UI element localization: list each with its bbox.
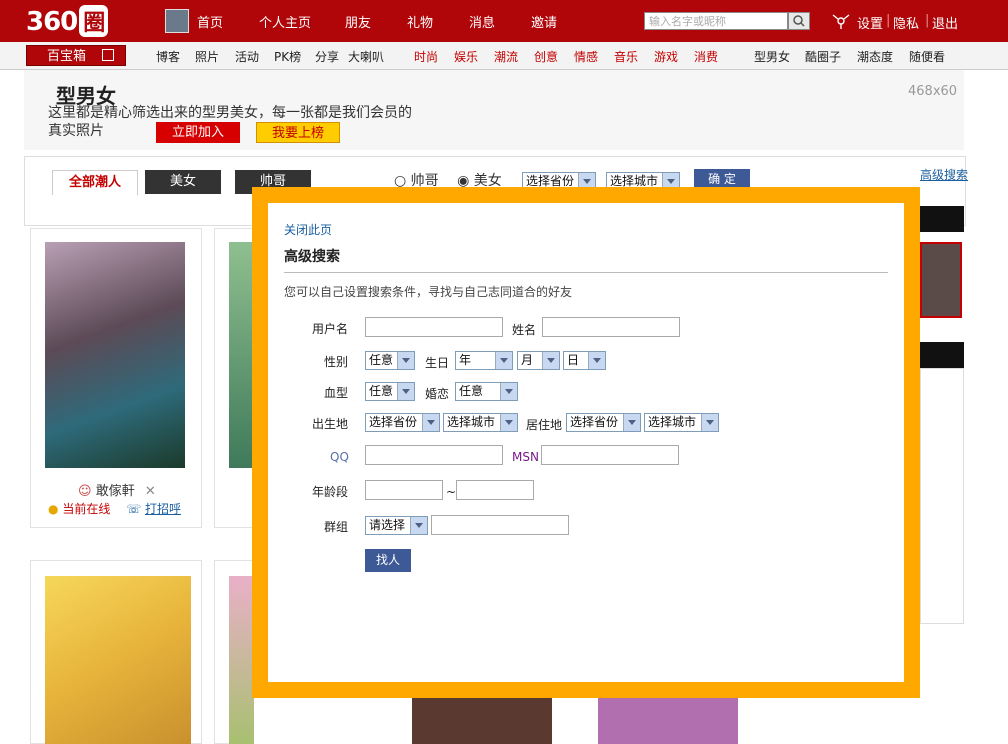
nav-messages[interactable]: 消息 <box>469 12 495 31</box>
profile-photo[interactable] <box>412 698 552 744</box>
advanced-search-dialog: 关闭此页 高级搜索 您可以自己设置搜索条件，寻找与自己志同道合的好友 用户名 姓… <box>268 203 904 682</box>
top-search-input[interactable]: 输入名字或昵称 <box>644 12 788 30</box>
profile-photo[interactable] <box>45 242 185 468</box>
nav2-photos[interactable]: 照片 <box>195 48 219 65</box>
label-name: 姓名 <box>512 323 537 337</box>
right-panel-header <box>920 342 964 368</box>
name-input[interactable] <box>542 317 680 337</box>
nav-profile[interactable]: 个人主页 <box>259 12 311 31</box>
link-settings[interactable]: 设置 <box>857 13 883 32</box>
settings-icon[interactable] <box>830 12 852 33</box>
treasure-box-button[interactable]: 百宝箱 <box>26 45 126 66</box>
label-msn: MSN <box>512 450 539 464</box>
nav2-consume[interactable]: 消费 <box>694 48 718 65</box>
profile-photo[interactable] <box>598 698 738 744</box>
right-panel-photo[interactable] <box>920 242 962 318</box>
label-gender: 性别 <box>324 355 349 369</box>
label-blood: 血型 <box>324 386 349 400</box>
profile-photo[interactable] <box>229 242 254 468</box>
label-marriage: 婚恋 <box>425 387 450 401</box>
join-button[interactable]: 立即加入 <box>156 122 240 143</box>
user-icon: ☺ <box>78 484 92 499</box>
nav-home[interactable]: 首页 <box>197 12 223 31</box>
birth-day-select[interactable]: 日 <box>563 351 606 370</box>
greet-icon: ☏ <box>126 502 142 516</box>
nav2-stylish[interactable]: 型男女 <box>754 48 790 65</box>
birth-city-select[interactable]: 选择城市 <box>443 413 518 432</box>
online-status: 当前在线 <box>62 502 111 516</box>
res-city-select[interactable]: 选择城市 <box>644 413 719 432</box>
right-panel-header <box>920 206 964 232</box>
birth-province-select[interactable]: 选择省份 <box>365 413 440 432</box>
nav2-pk[interactable]: PK榜 <box>274 48 301 65</box>
nav2-attitude[interactable]: 潮态度 <box>857 48 893 65</box>
profile-status-row: ● 当前在线 ☏ 打招呼 <box>48 500 181 517</box>
search-icon[interactable] <box>788 12 810 30</box>
rank-button[interactable]: 我要上榜 <box>256 122 340 143</box>
dialog-title: 高级搜索 <box>284 249 340 265</box>
username-input[interactable] <box>365 317 503 337</box>
link-privacy[interactable]: 隐私 <box>893 13 919 32</box>
link-logout[interactable]: 退出 <box>932 13 958 32</box>
nav2-cool-circle[interactable]: 酷圈子 <box>805 48 841 65</box>
nav2-random[interactable]: 随便看 <box>909 48 945 65</box>
nav2-share[interactable]: 分享 <box>315 48 339 65</box>
treasure-label: 百宝箱 <box>47 49 87 64</box>
blood-select[interactable]: 任意 <box>365 382 415 401</box>
nav2-events[interactable]: 活动 <box>235 48 259 65</box>
ad-placeholder: 468x60 <box>908 84 958 99</box>
find-people-button[interactable]: 找人 <box>365 549 411 572</box>
divider <box>284 272 888 273</box>
nav2-trend[interactable]: 潮流 <box>494 48 518 65</box>
nav-friends[interactable]: 朋友 <box>345 12 371 31</box>
nav-invite[interactable]: 邀请 <box>531 12 557 31</box>
label-birthplace: 出生地 <box>312 417 349 431</box>
nav2-creative[interactable]: 创意 <box>534 48 558 65</box>
profile-photo[interactable] <box>45 576 191 744</box>
nav2-blog[interactable]: 博客 <box>156 48 180 65</box>
profile-photo[interactable] <box>229 576 254 744</box>
nav-gifts[interactable]: 礼物 <box>407 12 433 31</box>
advanced-search-link[interactable]: 高级搜索 <box>920 166 968 183</box>
dialog-subtitle: 您可以自己设置搜索条件，寻找与自己志同道合的好友 <box>284 285 573 299</box>
marriage-select[interactable]: 任意 <box>455 382 518 401</box>
right-panel-box <box>920 368 964 624</box>
msn-input[interactable] <box>541 445 679 465</box>
qq-input[interactable] <box>365 445 503 465</box>
label-birthday: 生日 <box>425 356 450 370</box>
nav2-games[interactable]: 游戏 <box>654 48 678 65</box>
group-select[interactable]: 请选择 <box>365 516 428 535</box>
label-age: 年龄段 <box>312 485 349 499</box>
tab-girls[interactable]: 美女 <box>145 170 221 194</box>
birth-month-select[interactable]: 月 <box>517 351 560 370</box>
profile-name[interactable]: 敢傢軒 <box>96 484 135 499</box>
birth-year-select[interactable]: 年 <box>455 351 513 370</box>
label-username: 用户名 <box>312 322 349 336</box>
label-qq: QQ <box>330 450 349 464</box>
nav2-entertainment[interactable]: 娱乐 <box>454 48 478 65</box>
site-logo[interactable]: 360 圈 <box>26 5 109 37</box>
nav2-speaker[interactable]: 大喇叭 <box>348 48 384 65</box>
nav2-music[interactable]: 音乐 <box>614 48 638 65</box>
filter-ok-button[interactable]: 确 定 <box>694 169 750 189</box>
gender-select[interactable]: 任意 <box>365 351 415 370</box>
nav2-fashion[interactable]: 时尚 <box>414 48 438 65</box>
tab-all[interactable]: 全部潮人 <box>52 170 138 195</box>
age-separator: ~ <box>446 485 457 499</box>
close-icon[interactable]: ✕ <box>145 484 156 499</box>
label-group: 群组 <box>324 520 349 534</box>
age-max-input[interactable] <box>456 480 534 500</box>
play-icon <box>102 49 115 61</box>
profile-name-row: ☺ 敢傢軒 ✕ <box>78 480 156 499</box>
label-residence: 居住地 <box>526 418 563 432</box>
age-min-input[interactable] <box>365 480 443 500</box>
bulb-icon: ● <box>48 502 59 516</box>
user-avatar[interactable] <box>165 9 189 33</box>
greet-link[interactable]: 打招呼 <box>145 502 181 516</box>
nav2-emotion[interactable]: 情感 <box>574 48 598 65</box>
close-page-link[interactable]: 关闭此页 <box>284 221 332 238</box>
res-province-select[interactable]: 选择省份 <box>566 413 641 432</box>
group-input[interactable] <box>431 515 569 535</box>
